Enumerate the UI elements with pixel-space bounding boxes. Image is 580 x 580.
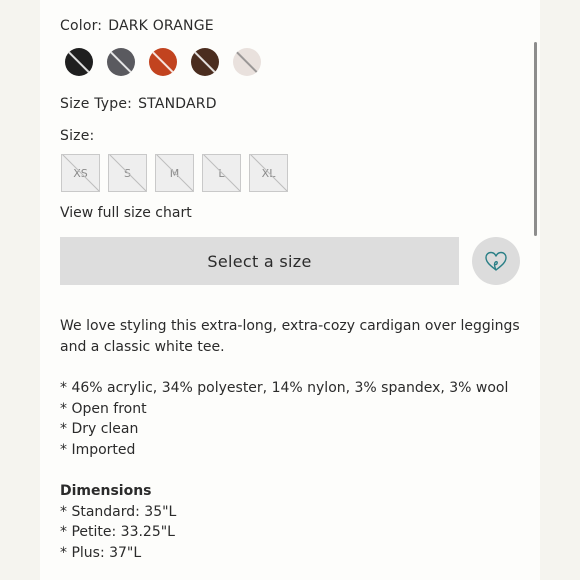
size-option-xs[interactable]: XS <box>61 154 100 192</box>
description-line: We love styling this extra-long, extra-c… <box>60 318 520 334</box>
product-description: We love styling this extra-long, extra-c… <box>60 316 520 357</box>
heart-outline-icon <box>485 251 507 271</box>
swatch-dark-orange[interactable] <box>149 48 177 76</box>
dimensions-section: Dimensions * Standard: 35"L * Petite: 33… <box>60 481 176 563</box>
size-chart-link[interactable]: View full size chart <box>60 205 192 221</box>
color-row: Color: DARK ORANGE <box>60 18 214 34</box>
size-option-s[interactable]: S <box>108 154 147 192</box>
material-item: * Imported <box>60 441 136 458</box>
color-value: DARK ORANGE <box>108 18 214 34</box>
material-list: * 46% acrylic, 34% polyester, 14% nylon,… <box>60 378 508 460</box>
material-item: * 46% acrylic, 34% polyester, 14% nylon,… <box>60 380 509 396</box>
wishlist-button[interactable] <box>472 237 520 285</box>
size-label: Size: <box>60 128 95 144</box>
dimension-item: * Petite: 33.25"L <box>60 524 175 540</box>
swatch-black[interactable] <box>65 48 93 76</box>
dimension-item: * Plus: 37"L <box>60 544 142 561</box>
size-option-l[interactable]: L <box>202 154 241 192</box>
swatch-cream[interactable] <box>233 48 261 76</box>
color-label: Color: <box>60 18 103 34</box>
swatch-charcoal[interactable] <box>107 48 135 76</box>
scrollbar-thumb[interactable] <box>534 42 537 236</box>
size-type-label: Size Type: <box>60 96 133 112</box>
material-item: * Open front <box>60 400 147 417</box>
material-item: * Dry clean <box>60 421 139 437</box>
dimension-item: * Standard: 35"L <box>60 503 177 520</box>
swatch-brown[interactable] <box>191 48 219 76</box>
dimensions-title: Dimensions <box>60 483 152 499</box>
description-line: and a classic white tee. <box>60 338 225 355</box>
size-type-value: STANDARD <box>138 96 217 112</box>
select-size-button[interactable]: Select a size <box>60 237 459 285</box>
size-type-row: Size Type: STANDARD <box>60 96 217 112</box>
size-option-m[interactable]: M <box>155 154 194 192</box>
size-option-xl[interactable]: XL <box>249 154 288 192</box>
